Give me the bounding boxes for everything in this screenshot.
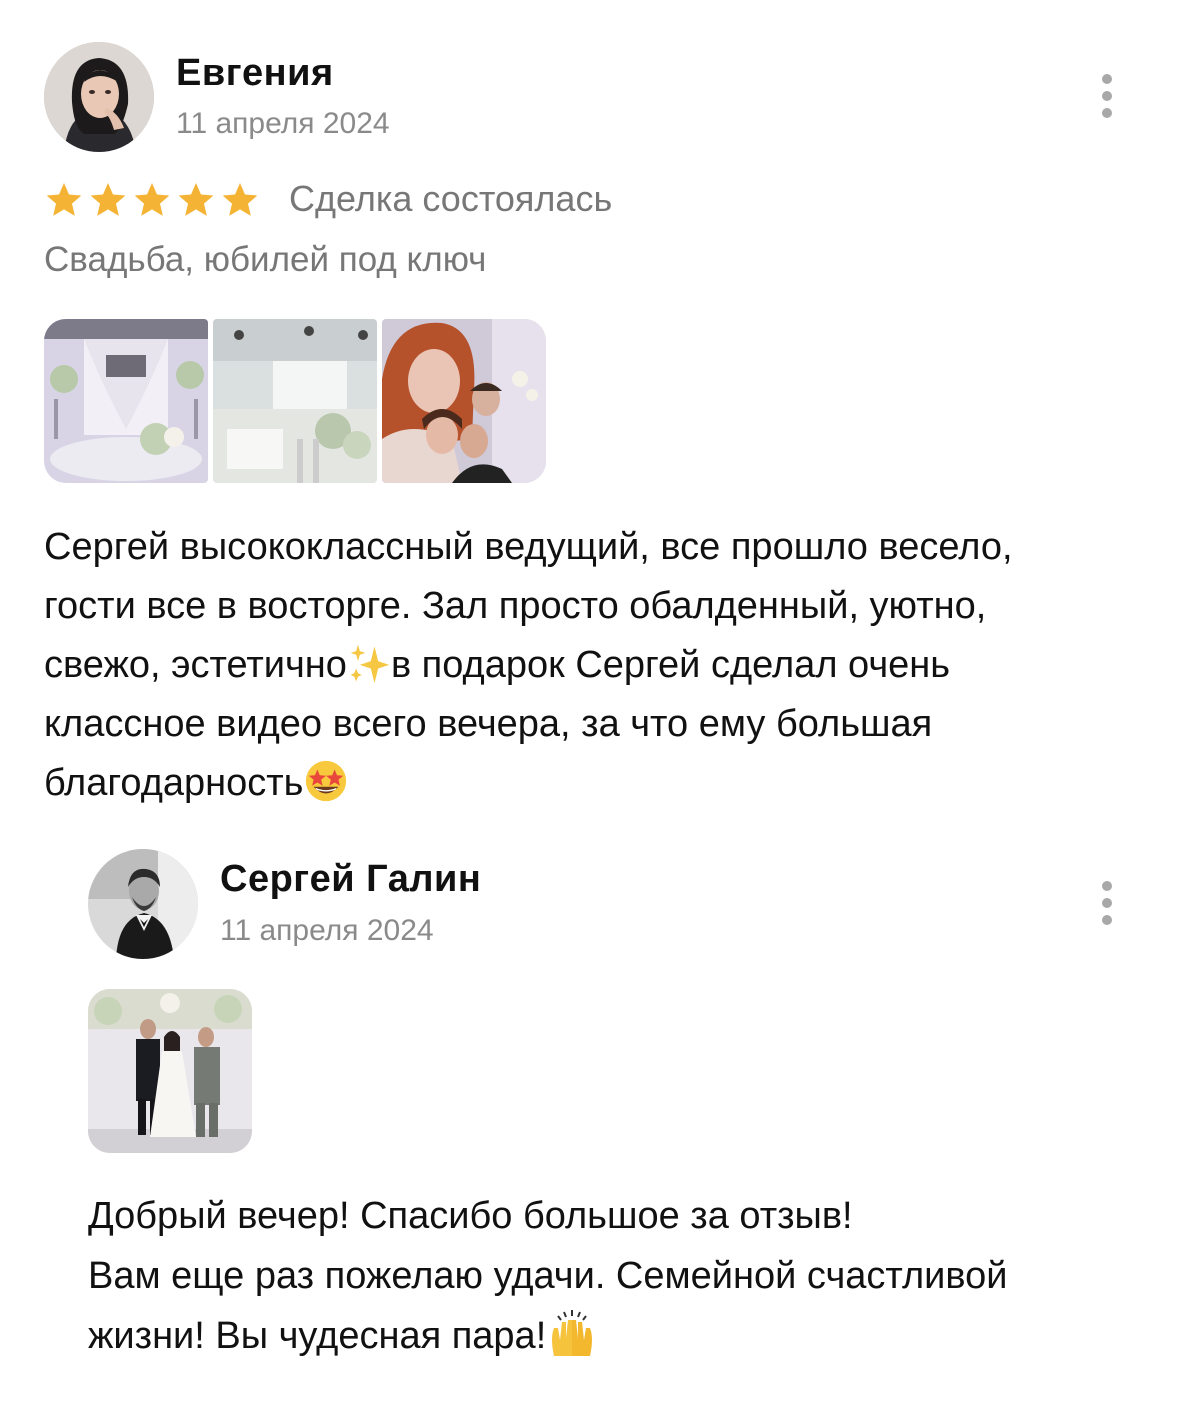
reply-author-name[interactable]: Сергей Галин	[220, 858, 481, 901]
reply-author-avatar[interactable]	[88, 849, 198, 959]
raising-hands-emoji	[546, 1308, 598, 1360]
review-text-line: классное видео всего вечера, за что ему …	[44, 703, 933, 745]
star-struck-emoji	[303, 758, 349, 804]
star-icon	[222, 183, 258, 216]
rating-stars	[44, 180, 260, 220]
star-icon	[46, 183, 82, 216]
service-name: Свадьба, юбилей под ключ	[44, 240, 487, 279]
review-photo-3[interactable]	[382, 319, 546, 483]
reply-text-line: Вам еще раз пожелаю удачи. Семейной счас…	[88, 1255, 1008, 1297]
reply-text-line: Добрый вечер! Спасибо большое за отзыв!	[88, 1195, 853, 1237]
reviewer-name[interactable]: Евгения	[176, 52, 334, 95]
reply-text-fragment: жизни! Вы чудесная пара!	[88, 1315, 547, 1357]
review-more-icon[interactable]	[1097, 74, 1117, 118]
review-text-line-with-emoji: свежо, эстетично в подарок Сергей сделал …	[44, 636, 1013, 695]
review-photo-2[interactable]	[213, 319, 377, 483]
reviewer-avatar[interactable]	[44, 42, 154, 152]
review-text-line-with-emoji: благодарность	[44, 754, 1013, 813]
star-icon	[178, 183, 214, 216]
review-text-fragment: благодарность	[44, 762, 304, 804]
review-date: 11 апреля 2024	[176, 107, 390, 140]
review-photo-1[interactable]	[44, 319, 208, 483]
review-text-line: гости все в восторге. Зал просто обалден…	[44, 585, 987, 627]
reply-text: Добрый вечер! Спасибо большое за отзыв! …	[88, 1186, 1008, 1366]
sparkles-emoji	[347, 641, 391, 685]
review-card: Евгения 11 апреля 2024 Сделка состоялась…	[0, 0, 1200, 1410]
star-icon	[134, 183, 170, 216]
review-text: Сергей высококлассный ведущий, все прошл…	[44, 518, 1013, 813]
reply-text-line-with-emoji: жизни! Вы чудесная пара!	[88, 1306, 1008, 1366]
review-text-line: Сергей высококлассный ведущий, все прошл…	[44, 526, 1013, 568]
star-icon	[90, 183, 126, 216]
review-text-fragment: в подарок Сергей сделал очень	[390, 644, 951, 686]
reply-photo-1[interactable]	[88, 989, 252, 1153]
reply-more-icon[interactable]	[1097, 881, 1117, 925]
review-text-fragment: свежо, эстетично	[44, 644, 347, 686]
reply-date: 11 апреля 2024	[220, 914, 434, 947]
deal-status: Сделка состоялась	[289, 178, 613, 219]
